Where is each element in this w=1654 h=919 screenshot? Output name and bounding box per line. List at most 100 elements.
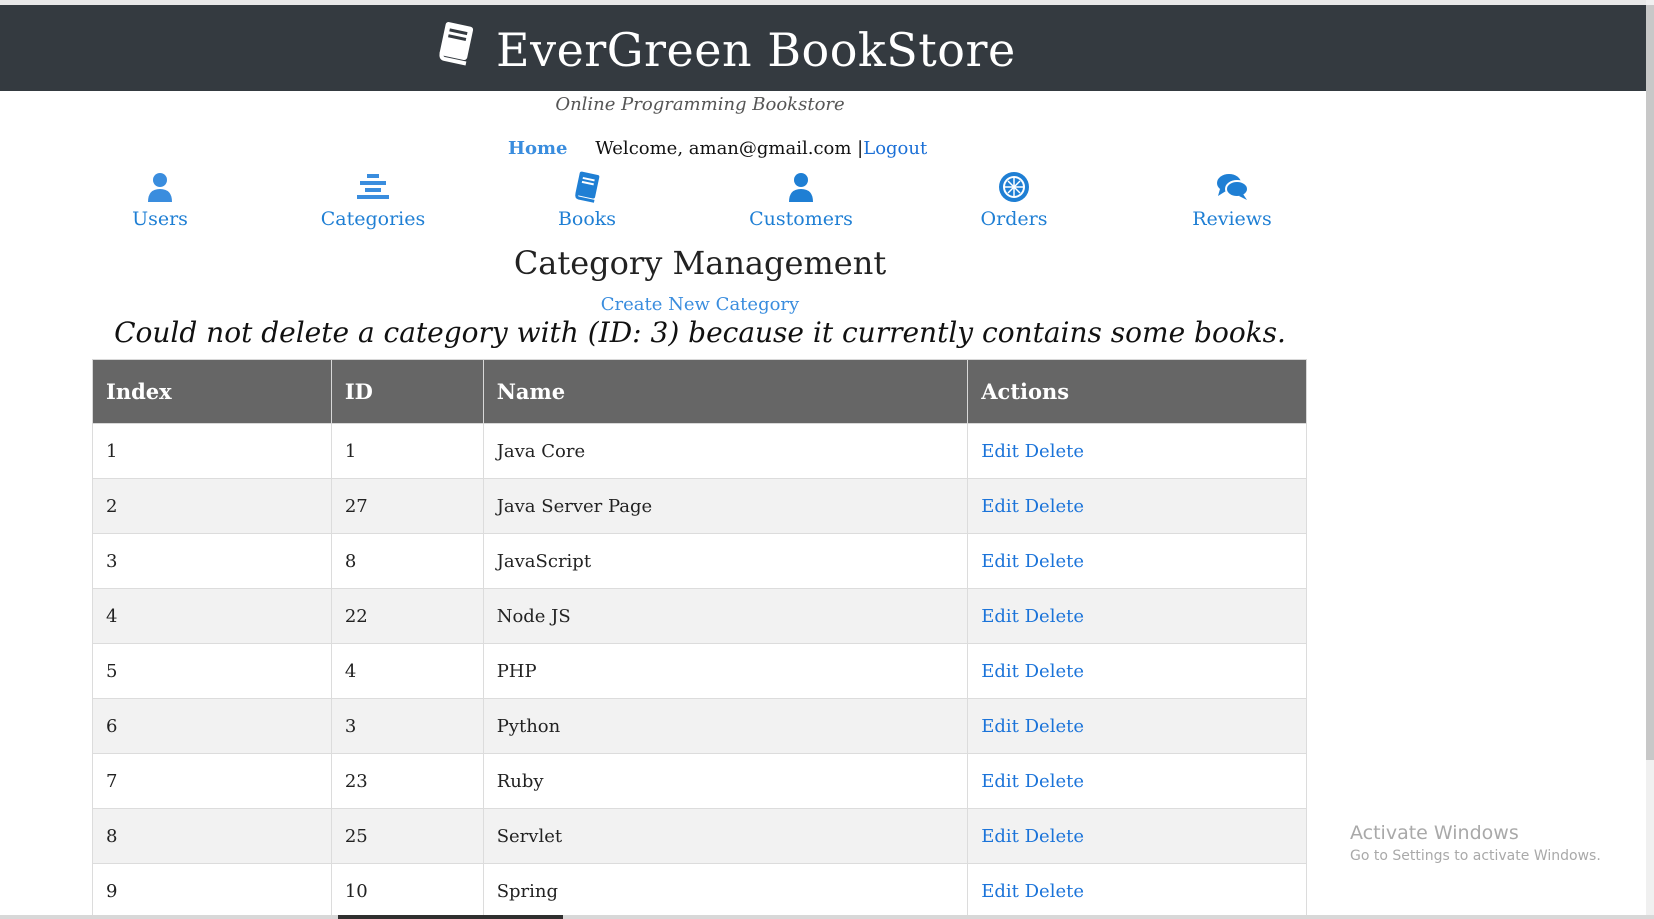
cell-actions: Edit Delete (967, 643, 1307, 699)
cell-id: 1 (330, 423, 484, 479)
horizontal-scrollbar[interactable] (0, 915, 1654, 919)
cell-actions: Edit Delete (967, 753, 1307, 809)
cell-name: PHP (482, 643, 969, 699)
cell-actions: Edit Delete (967, 423, 1307, 479)
cell-actions: Edit Delete (967, 533, 1307, 589)
user-icon (148, 173, 172, 202)
menu-reviews-label: Reviews (1192, 208, 1272, 230)
column-header-index: Index (92, 359, 332, 424)
edit-link[interactable]: Edit (981, 826, 1019, 847)
cell-index: 3 (92, 533, 332, 589)
cell-id: 10 (330, 863, 484, 919)
activate-windows-watermark: Activate Windows Go to Settings to activ… (1350, 822, 1601, 864)
cell-id: 23 (330, 753, 484, 809)
cell-name: Python (482, 698, 969, 754)
cell-index: 8 (92, 808, 332, 864)
column-header-id: ID (330, 359, 484, 424)
menu-books-label: Books (557, 208, 617, 230)
horizontal-scrollbar-thumb[interactable] (338, 915, 563, 919)
order-icon (999, 172, 1029, 202)
edit-link[interactable]: Edit (981, 496, 1019, 517)
logout-link[interactable]: Logout (863, 138, 927, 159)
cell-actions: Edit Delete (967, 863, 1307, 919)
welcome-text: Welcome, aman@gmail.com | (595, 138, 864, 159)
cell-id: 8 (330, 533, 484, 589)
delete-link[interactable]: Delete (1025, 441, 1084, 462)
cell-id: 27 (330, 478, 484, 534)
cell-actions: Edit Delete (967, 808, 1307, 864)
table-row: 1 1 Java Core Edit Delete (92, 423, 1307, 479)
site-header: EverGreen BookStore (0, 5, 1646, 91)
table-row: 7 23 Ruby Edit Delete (92, 753, 1307, 809)
cell-index: 6 (92, 698, 332, 754)
category-table: Index ID Name Actions 1 1 Java Core Edit De… (92, 359, 1307, 919)
menu-customers-label: Customers (749, 208, 853, 230)
watermark-title: Activate Windows (1350, 822, 1519, 844)
column-header-name: Name (482, 359, 969, 424)
delete-link[interactable]: Delete (1025, 881, 1084, 902)
table-row: 9 10 Spring Edit Delete (92, 863, 1307, 919)
menu-orders[interactable]: Orders (934, 170, 1094, 230)
menu-users-label: Users (132, 208, 188, 230)
menu-customers[interactable]: Customers (721, 170, 881, 230)
delete-link[interactable]: Delete (1025, 661, 1084, 682)
top-nav: Home Welcome, aman@gmail.com |Logout (508, 138, 927, 159)
site-title: EverGreen BookStore (496, 23, 1016, 77)
menu-categories-label: Categories (320, 208, 426, 230)
menu-books[interactable]: Books (507, 170, 667, 230)
edit-link[interactable]: Edit (981, 441, 1019, 462)
delete-link[interactable]: Delete (1025, 496, 1084, 517)
cell-index: 7 (92, 753, 332, 809)
cell-actions: Edit Delete (967, 698, 1307, 754)
cell-id: 22 (330, 588, 484, 644)
cell-index: 5 (92, 643, 332, 699)
cell-index: 9 (92, 863, 332, 919)
cell-name: Java Server Page (482, 478, 969, 534)
menu-users[interactable]: Users (80, 170, 240, 230)
comments-icon (1217, 174, 1249, 200)
table-row: 3 8 JavaScript Edit Delete (92, 533, 1307, 589)
edit-link[interactable]: Edit (981, 551, 1019, 572)
table-row: 6 3 Python Edit Delete (92, 698, 1307, 754)
book-icon (575, 171, 600, 203)
menu-categories[interactable]: Categories (293, 170, 453, 230)
delete-link[interactable]: Delete (1025, 606, 1084, 627)
cell-id: 25 (330, 808, 484, 864)
cell-actions: Edit Delete (967, 478, 1307, 534)
menu-reviews[interactable]: Reviews (1152, 170, 1312, 230)
edit-link[interactable]: Edit (981, 606, 1019, 627)
table-row: 8 25 Servlet Edit Delete (92, 808, 1307, 864)
create-category-link[interactable]: Create New Category (0, 294, 1400, 315)
cell-id: 4 (330, 643, 484, 699)
cell-actions: Edit Delete (967, 588, 1307, 644)
vertical-scrollbar-thumb[interactable] (1646, 5, 1654, 760)
cell-index: 1 (92, 423, 332, 479)
edit-link[interactable]: Edit (981, 771, 1019, 792)
cell-index: 4 (92, 588, 332, 644)
page-title: Category Management (513, 244, 887, 282)
delete-link[interactable]: Delete (1025, 716, 1084, 737)
user-icon (789, 173, 813, 202)
book-icon (439, 22, 474, 66)
site-tagline: Online Programming Bookstore (555, 94, 845, 115)
cell-name: Ruby (482, 753, 969, 809)
table-row: 2 27 Java Server Page Edit Delete (92, 478, 1307, 534)
edit-link[interactable]: Edit (981, 716, 1019, 737)
menu-orders-label: Orders (980, 208, 1048, 230)
delete-link[interactable]: Delete (1025, 551, 1084, 572)
bars-icon (357, 174, 389, 199)
table-row: 4 22 Node JS Edit Delete (92, 588, 1307, 644)
column-header-actions: Actions (967, 359, 1307, 424)
cell-name: Servlet (482, 808, 969, 864)
cell-index: 2 (92, 478, 332, 534)
cell-name: JavaScript (482, 533, 969, 589)
edit-link[interactable]: Edit (981, 881, 1019, 902)
delete-link[interactable]: Delete (1025, 826, 1084, 847)
table-row: 5 4 PHP Edit Delete (92, 643, 1307, 699)
table-header-row: Index ID Name Actions (92, 359, 1307, 424)
cell-name: Java Core (482, 423, 969, 479)
delete-link[interactable]: Delete (1025, 771, 1084, 792)
edit-link[interactable]: Edit (981, 661, 1019, 682)
home-link[interactable]: Home (508, 138, 568, 159)
watermark-subtitle: Go to Settings to activate Windows. (1350, 848, 1601, 864)
